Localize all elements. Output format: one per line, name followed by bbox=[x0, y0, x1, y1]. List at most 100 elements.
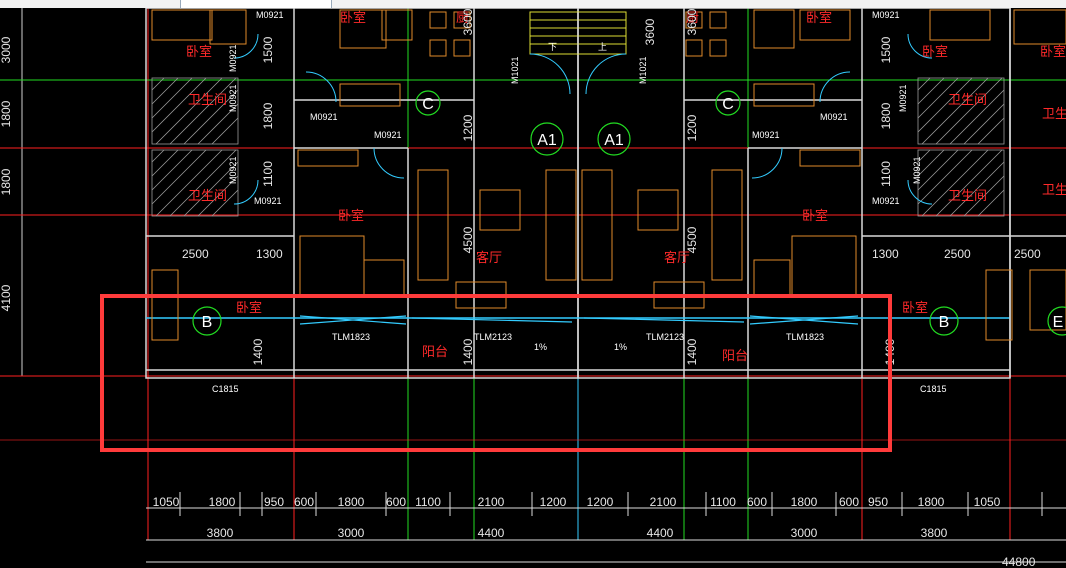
dim-1800: 1800 bbox=[879, 102, 893, 129]
slope-label: 1% bbox=[534, 342, 547, 352]
door-tag-m1021: M1021 bbox=[510, 56, 520, 84]
room-label-bath: 卫生间 bbox=[948, 188, 987, 203]
dim-row-1-label-10: 2100 bbox=[650, 495, 677, 509]
room-label-bedroom: 卧室 bbox=[186, 44, 212, 59]
door-tag-m0921: M0921 bbox=[872, 10, 900, 20]
room-label-bedroom: 卧室 bbox=[338, 208, 364, 223]
dim-1200: 1200 bbox=[461, 114, 475, 141]
axis-a1-left-label: A1 bbox=[537, 132, 557, 149]
stair bbox=[529, 11, 627, 55]
door-tag-m1021: M1021 bbox=[638, 56, 648, 84]
left-vertical-dimensions bbox=[10, 8, 40, 377]
door-tag-m0921: M0921 bbox=[228, 44, 238, 72]
dim-2500: 2500 bbox=[944, 247, 971, 261]
dim-row-1-label-13: 1800 bbox=[791, 495, 818, 509]
dim-row-2-label-2: 4400 bbox=[478, 526, 505, 540]
dim-left-1800-b: 1800 bbox=[0, 168, 13, 195]
axis-c-left-label: C bbox=[422, 96, 434, 113]
dim-row-1-label-9: 1200 bbox=[587, 495, 614, 509]
room-label-bath: 卫生间 bbox=[1042, 182, 1066, 197]
dim-2500: 2500 bbox=[1014, 247, 1041, 261]
window-tag-c1815: C1815 bbox=[212, 384, 239, 394]
dim-row-1-label-6: 1100 bbox=[415, 495, 441, 509]
stair-up-label: 上 bbox=[598, 42, 607, 52]
dim-left-1800-a: 1800 bbox=[0, 100, 13, 127]
dim-row-1-label-11: 1100 bbox=[710, 495, 736, 509]
window-tag-c1815: C1815 bbox=[920, 384, 947, 394]
room-label-balcony: 阳台 bbox=[722, 348, 748, 363]
dim-1500: 1500 bbox=[879, 36, 893, 63]
axis-marker-c-left: C bbox=[415, 90, 441, 116]
dim-1800: 1800 bbox=[261, 102, 275, 129]
top-toolbar-strip bbox=[0, 0, 1066, 8]
door-tag-tlm1823: TLM1823 bbox=[786, 332, 824, 342]
dim-left-3000: 3000 bbox=[0, 36, 13, 63]
dim-3600: 3600 bbox=[643, 18, 657, 45]
dim-row-1-label-3: 600 bbox=[294, 495, 314, 509]
dim-3600: 3600 bbox=[685, 8, 699, 35]
dim-1400: 1400 bbox=[461, 338, 475, 365]
room-label-living: 客厅 bbox=[476, 250, 502, 265]
axis-a1-right-label: A1 bbox=[604, 132, 624, 149]
room-label-bedroom: 卧室 bbox=[902, 300, 928, 315]
dim-1400: 1400 bbox=[685, 338, 699, 365]
balcony-doors bbox=[299, 315, 859, 325]
dim-4500: 4500 bbox=[461, 226, 475, 253]
dim-row-1-label-1: 1800 bbox=[209, 495, 236, 509]
dim-row-1-label-16: 1800 bbox=[918, 495, 945, 509]
door-tag-m0921: M0921 bbox=[912, 156, 922, 184]
cad-drawing-canvas[interactable]: 3000 1800 1800 4100 C C A1 A1 B B E 卧室 卧… bbox=[0, 8, 1066, 568]
dim-total: 44800 bbox=[1002, 555, 1036, 568]
dim-row-2-label-4: 3000 bbox=[791, 526, 818, 540]
room-label-bedroom: 卧室 bbox=[806, 10, 832, 25]
axis-c-right-label: C bbox=[722, 96, 734, 113]
door-tag-m0921: M0921 bbox=[872, 196, 900, 206]
axis-marker-a1-right: A1 bbox=[597, 122, 631, 156]
axis-b-right-label: B bbox=[939, 314, 950, 331]
highlight-selection-box[interactable] bbox=[100, 294, 892, 452]
dim-row-1-label-7: 2100 bbox=[478, 495, 505, 509]
axis-marker-b-right: B bbox=[929, 306, 959, 336]
room-label-balcony: 阳台 bbox=[422, 344, 448, 359]
door-tag-tlm1823: TLM1823 bbox=[332, 332, 370, 342]
dim-3600: 3600 bbox=[461, 8, 475, 35]
door-tag-m0921: M0921 bbox=[820, 112, 848, 122]
room-label-bedroom: 卧室 bbox=[922, 44, 948, 59]
room-label-bath: 卫生间 bbox=[948, 92, 987, 107]
dim-row-1-label-15: 950 bbox=[868, 495, 888, 509]
door-tag-tlm2123: TLM2123 bbox=[474, 332, 512, 342]
door-tag-m0921: M0921 bbox=[310, 112, 338, 122]
axis-marker-e-right: E bbox=[1047, 306, 1066, 336]
axis-e-label: E bbox=[1053, 314, 1064, 331]
dim-1400: 1400 bbox=[251, 338, 265, 365]
active-tab[interactable] bbox=[180, 0, 332, 8]
dim-1300: 1300 bbox=[256, 247, 283, 261]
axis-b-left-label: B bbox=[202, 314, 213, 331]
dim-row-2-label-5: 3800 bbox=[921, 526, 948, 540]
dimension-row-1: 1050 1800 950 600 1800 600 1100 2100 1200 1200 210… bbox=[153, 495, 1001, 509]
slope-label: 1% bbox=[614, 342, 627, 352]
dim-1300: 1300 bbox=[872, 247, 899, 261]
dim-2500: 2500 bbox=[182, 247, 209, 261]
axis-marker-c-right: C bbox=[715, 90, 741, 116]
dim-row-1-label-5: 600 bbox=[386, 495, 406, 509]
door-tag-tlm2123: TLM2123 bbox=[646, 332, 684, 342]
stair-down-label: 下 bbox=[548, 42, 557, 52]
dim-1500: 1500 bbox=[261, 36, 275, 63]
door-tag-m0921: M0921 bbox=[254, 196, 282, 206]
room-label-bath: 卫生间 bbox=[1042, 106, 1066, 121]
dim-row-1-label-4: 1800 bbox=[338, 495, 365, 509]
room-label-bedroom: 卧室 bbox=[340, 10, 366, 25]
room-label-bedroom: 卧室 bbox=[802, 208, 828, 223]
dim-left-4100: 4100 bbox=[0, 284, 13, 311]
room-label-bedroom: 卧室 bbox=[236, 300, 262, 315]
dimension-row-2: 3800 3000 4400 4400 3000 3800 bbox=[207, 526, 948, 540]
room-label-bath: 卫生间 bbox=[188, 188, 227, 203]
door-tag-m0921: M0921 bbox=[228, 156, 238, 184]
dim-row-1-label-17: 1050 bbox=[974, 495, 1001, 509]
dim-row-1-label-8: 1200 bbox=[540, 495, 567, 509]
room-label-bath: 卫生间 bbox=[188, 92, 227, 107]
door-tag-m0921: M0921 bbox=[898, 84, 908, 112]
dim-row-2-label-3: 4400 bbox=[647, 526, 674, 540]
dim-row-1-label-0: 1050 bbox=[153, 495, 180, 509]
